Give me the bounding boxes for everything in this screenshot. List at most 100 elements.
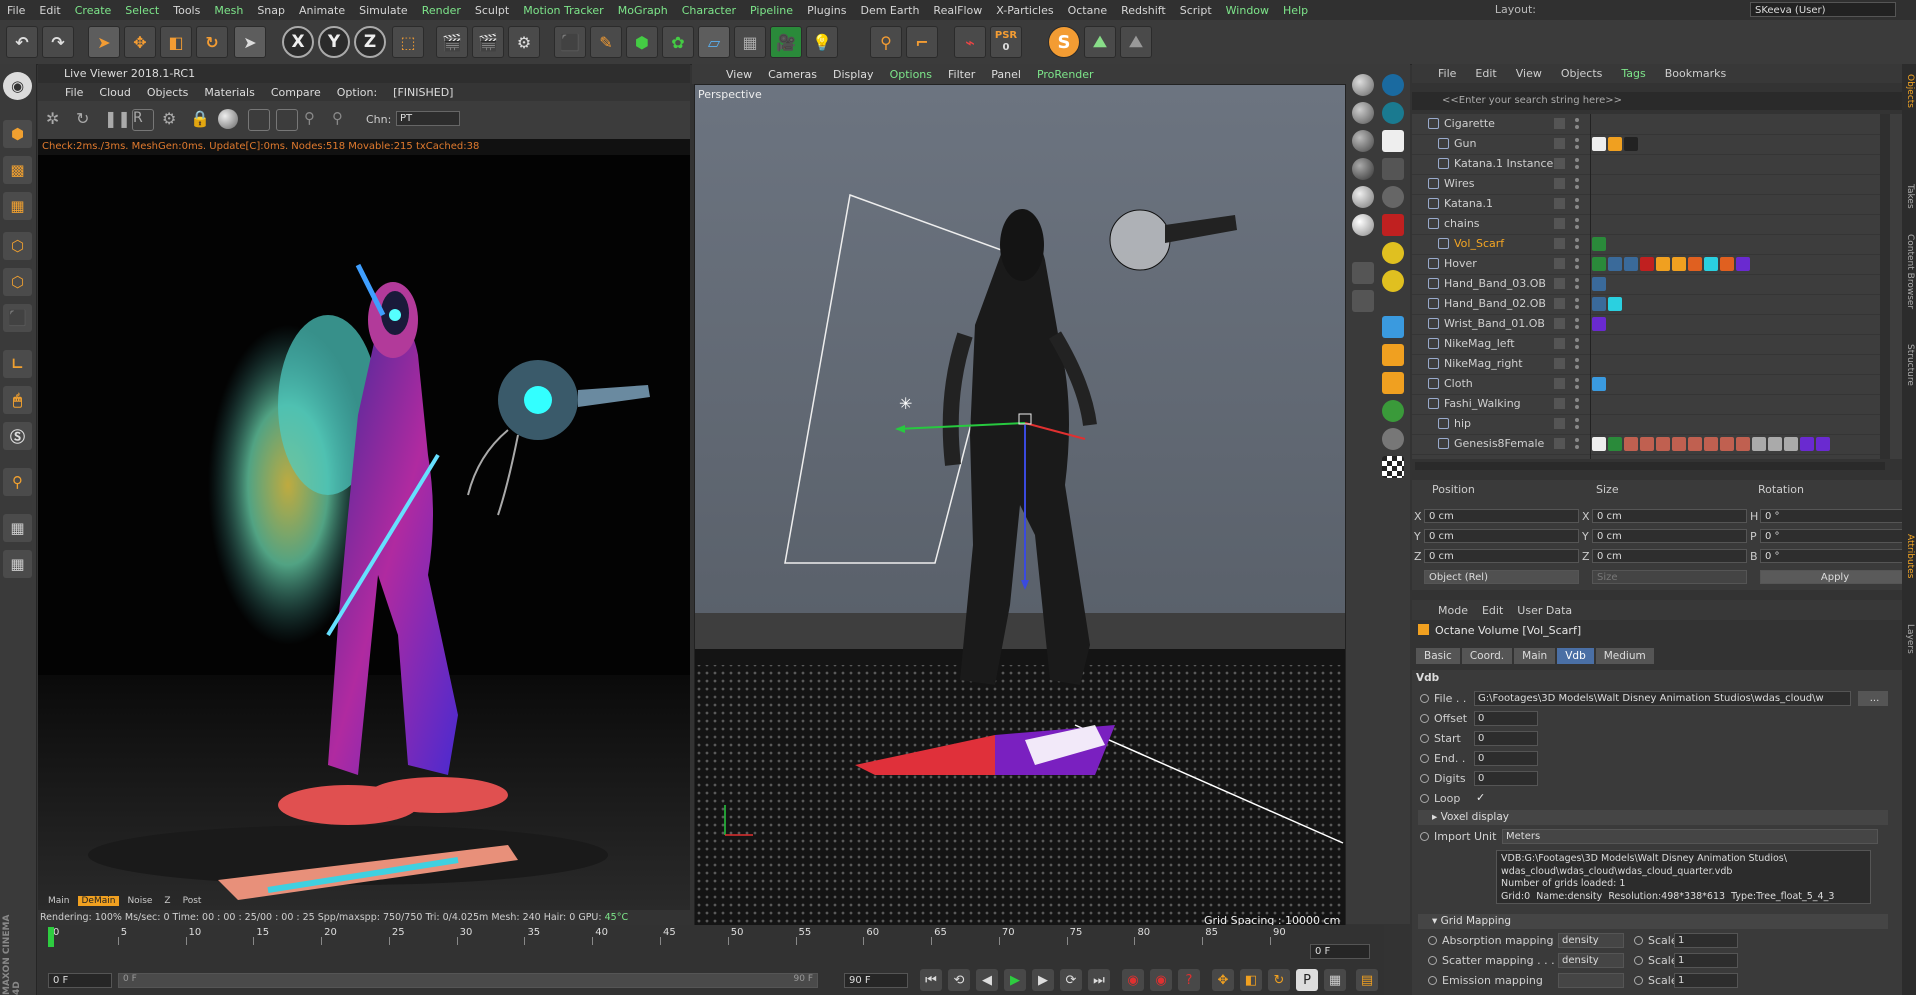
object-row[interactable]: Cloth [1412, 374, 1882, 395]
editor-visibility-dot[interactable] [1575, 398, 1579, 402]
editor-visibility-dot[interactable] [1575, 438, 1579, 442]
scale-icon[interactable]: ◧ [160, 26, 192, 58]
edges-mode-icon[interactable]: ⬡ [3, 268, 32, 296]
octane-light-icon[interactable] [1382, 130, 1404, 152]
next-key-icon[interactable]: ⟳ [1060, 969, 1082, 991]
emission-radio[interactable] [1428, 976, 1437, 985]
object-tag-icon[interactable] [1688, 257, 1702, 271]
live-select-icon[interactable]: ➤ [88, 26, 120, 58]
am-menu-mode[interactable]: Mode [1438, 604, 1468, 617]
material-ball-icon[interactable] [218, 109, 238, 129]
absorption-scale-field[interactable]: 1 [1674, 933, 1738, 948]
scatter-select[interactable]: density [1558, 953, 1624, 968]
layout-select[interactable]: SKeeva (User) [1750, 2, 1896, 17]
z-axis-lock-button[interactable]: Z [354, 26, 386, 58]
end-radio[interactable] [1420, 754, 1429, 763]
lv-menu-materials[interactable]: Materials [204, 86, 254, 99]
coordinate-system-icon[interactable]: ⬚ [392, 26, 424, 58]
object-tag-icon[interactable] [1672, 437, 1686, 451]
menu-mograph[interactable]: MoGraph [611, 4, 675, 17]
object-row[interactable]: chains [1412, 214, 1882, 235]
layer-swatch[interactable] [1554, 258, 1565, 269]
texture-mode-icon[interactable]: ▩ [3, 156, 32, 184]
file-path-field[interactable]: G:\Footages\3D Models\Walt Disney Animat… [1474, 691, 1851, 706]
rot-p-field[interactable]: 0 ° [1760, 529, 1910, 543]
size-x-field[interactable]: 0 cm [1592, 509, 1747, 523]
viewport-menu-display[interactable]: Display [827, 68, 880, 81]
pick-material-icon[interactable]: ⚲ [332, 109, 352, 129]
editor-visibility-dot[interactable] [1575, 178, 1579, 182]
end-field[interactable]: 0 [1474, 751, 1538, 766]
editor-visibility-dot[interactable] [1575, 358, 1579, 362]
shading-ball-icon[interactable] [1352, 74, 1374, 96]
octane-logo-icon[interactable]: ◉ [3, 72, 32, 100]
om-menu-bookmarks[interactable]: Bookmarks [1665, 67, 1726, 80]
object-row[interactable]: Wires [1412, 174, 1882, 195]
pause-icon[interactable]: ❚❚ [104, 109, 131, 129]
recent-tool-icon[interactable]: ➤ [234, 26, 266, 58]
render-picture-viewer-icon[interactable]: 🎬 [472, 26, 504, 58]
object-tag-icon[interactable] [1608, 257, 1622, 271]
lv-menu-file[interactable]: File [65, 86, 83, 99]
render-visibility-dot[interactable] [1575, 325, 1579, 329]
am-menu-edit[interactable]: Edit [1482, 604, 1503, 617]
layer-swatch[interactable] [1554, 138, 1565, 149]
menu-octane[interactable]: Octane [1061, 4, 1115, 17]
om-menu-view[interactable]: View [1516, 67, 1542, 80]
absorption-scale-radio[interactable] [1634, 936, 1643, 945]
octane-env-icon[interactable] [1382, 102, 1404, 124]
render-visibility-dot[interactable] [1575, 225, 1579, 229]
lock-icon[interactable]: 🔒 [190, 109, 210, 129]
lv-menu-compare[interactable]: Compare [271, 86, 321, 99]
undo-icon[interactable]: ↶ [6, 26, 38, 58]
attr-tab-basic[interactable]: Basic [1416, 648, 1460, 664]
render-visibility-dot[interactable] [1575, 385, 1579, 389]
current-frame-field[interactable]: 0 F [1310, 944, 1370, 959]
editor-visibility-dot[interactable] [1575, 318, 1579, 322]
settings-icon[interactable]: ⚙ [162, 109, 182, 129]
film-region-icon[interactable] [276, 109, 298, 131]
layer-swatch[interactable] [1554, 358, 1565, 369]
menu-redshift[interactable]: Redshift [1114, 4, 1173, 17]
viewport-menu-cameras[interactable]: Cameras [762, 68, 823, 81]
sun-icon[interactable] [1382, 270, 1404, 292]
attr-tab-medium[interactable]: Medium [1595, 648, 1654, 664]
cube-icon[interactable]: ⬛ [554, 26, 586, 58]
menu-simulate[interactable]: Simulate [352, 4, 415, 17]
editor-visibility-dot[interactable] [1575, 158, 1579, 162]
pos-z-field[interactable]: 0 cm [1424, 549, 1579, 563]
object-tag-icon[interactable] [1592, 437, 1606, 451]
scatter-scale-radio[interactable] [1634, 956, 1643, 965]
layer-swatch[interactable] [1554, 318, 1565, 329]
object-tag-icon[interactable] [1608, 437, 1622, 451]
lock-workplane-icon[interactable]: ▦ [3, 550, 32, 578]
menu-realflow[interactable]: RealFlow [926, 4, 989, 17]
lv-tab-noise[interactable]: Noise [123, 896, 156, 906]
grid-mapping-section[interactable]: ▾ Grid Mapping [1418, 914, 1888, 929]
render-visibility-dot[interactable] [1575, 365, 1579, 369]
layer-swatch[interactable] [1554, 298, 1565, 309]
octane-volume-icon[interactable] [1382, 344, 1404, 366]
menu-create[interactable]: Create [68, 4, 119, 17]
light-icon[interactable]: 💡 [806, 26, 838, 58]
lv-tab-demain[interactable]: DeMain [77, 896, 120, 906]
move-icon[interactable]: ✥ [124, 26, 156, 58]
layer-swatch[interactable] [1554, 118, 1565, 129]
octane-tag-icon[interactable] [1382, 74, 1404, 96]
object-row[interactable]: Wrist_Band_01.OB [1412, 314, 1882, 335]
prev-key-icon[interactable]: ⟲ [948, 969, 970, 991]
apply-button[interactable]: Apply [1760, 570, 1910, 584]
autokey-icon[interactable]: ◉ [1150, 969, 1172, 991]
solo-icon[interactable]: Ⓢ [3, 422, 32, 450]
menu-file[interactable]: File [0, 4, 32, 17]
viewport-menu-options[interactable]: Options [884, 68, 938, 81]
polygons-mode-icon[interactable]: ⬛ [3, 304, 32, 332]
refresh-icon[interactable]: ↻ [76, 109, 96, 129]
channel-select[interactable]: PT [396, 111, 460, 126]
object-tag-icon[interactable] [1640, 437, 1654, 451]
am-menu-user-data[interactable]: User Data [1517, 604, 1572, 617]
right-tab-takes[interactable]: Takes [1903, 184, 1915, 209]
rotate-icon[interactable]: ↻ [196, 26, 228, 58]
object-row[interactable]: Fashi_Walking [1412, 394, 1882, 415]
shading-ball-icon[interactable] [1352, 158, 1374, 180]
